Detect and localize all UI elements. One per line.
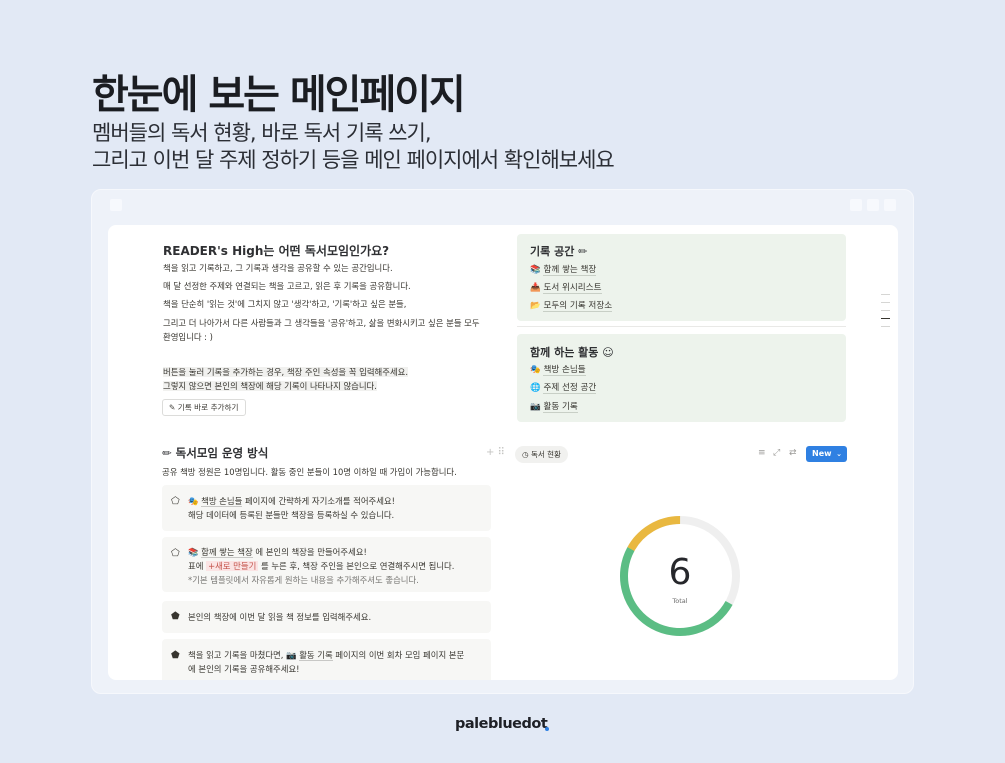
masks-icon: 🎭 [188,496,199,506]
intro-paragraph: 책을 단순히 '읽는 것'에 그치지 않고 '생각'하고, '기록'하고 싶은 … [163,299,407,309]
ops-step-line: 🎭 책방 손님들 페이지에 간략하게 자기소개를 적어주세요! [188,496,395,507]
filter-icon[interactable]: ≡ [758,448,766,458]
hero-subtitle: 멤버들의 독서 현황, 바로 독서 기록 쓰기, 그리고 이번 달 주제 정하기… [92,120,615,174]
smile-icon: ☺ [602,346,614,359]
camera-icon: 📷 [530,402,541,412]
activities-item-label: 책방 손님들 [543,365,586,376]
view-tab-reading-status[interactable]: ◷ 독서 현황 [515,446,568,463]
record-space-item-label: 모두의 기록 저장소 [543,301,613,312]
clock-icon: ◷ [522,450,529,459]
window-control [110,199,122,211]
ops-step-line: 본인의 책장에 이번 달 읽을 책 정보를 입력해주세요. [188,612,372,622]
page-mention[interactable]: 함께 쌓는 책장 [201,547,253,558]
new-tag: +새로 만들기 [206,561,259,571]
pencil-icon: ✏ [578,245,588,258]
window-control[interactable] [884,199,896,211]
ops-description: 공유 책방 정원은 10명입니다. 활동 중인 분들이 10명 이하일 때 가입… [162,467,457,477]
ops-step-line: 에 본인의 기록을 공유해주세요! [188,664,300,674]
block-handle-icons[interactable]: + ⠿ [486,447,505,458]
intro-paragraph: 그리고 더 나아가서 다른 사람들과 그 생각들을 '공유'하고, 삶을 변화시… [163,318,480,328]
camera-icon: 📷 [286,650,297,660]
donut-total-value: 6 [668,552,692,593]
inbox-icon: 📥 [530,283,541,293]
intro-paragraph: 책을 읽고 기록하고, 그 기록과 생각을 공유할 수 있는 공간입니다. [163,263,393,273]
ops-title: ✏ 독서모임 운영 방식 [162,446,269,460]
globe-icon: 🌐 [530,383,541,393]
record-space-title: 기록 공간 ✏ [530,245,588,258]
pentagon-icon: ⬟ [171,650,180,661]
new-button[interactable]: New ⌄ [806,446,847,462]
notion-page: READER's High는 어떤 독서모임인가요? 책을 읽고 기록하고, 그… [108,225,898,680]
activities-item-label: 주제 선정 공간 [543,383,597,394]
activities-item[interactable]: 🌐 주제 선정 공간 [530,381,597,394]
donut-total-label: Total [672,597,688,605]
ops-step-line: *기본 템플릿에서 자유롭게 원하는 내용을 추가해주셔도 좋습니다. [188,575,419,585]
app-window: READER's High는 어떤 독서모임인가요? 책을 읽고 기록하고, 그… [91,189,914,694]
toc-marker-active[interactable] [881,318,890,319]
hero-subtitle-line1: 멤버들의 독서 현황, 바로 독서 기록 쓰기, [92,121,432,145]
brand-logo: palebluedot [455,716,548,732]
ops-step-line: 표에 +새로 만들기 를 누른 후, 책장 주인을 본인으로 연결해주시면 됩니… [188,561,455,571]
pentagon-icon: ⬠ [171,548,180,559]
ops-step-line: 해당 데이터에 등록된 분들만 책장을 등록하실 수 있습니다. [188,510,395,520]
add-record-button-label: 기록 바로 추가하기 [177,403,239,412]
intro-note-text: 버튼을 눌러 기록을 추가하는 경우, 책장 주인 속성을 꼭 입력해주세요. [163,367,409,377]
chevron-down-icon: ⌄ [836,450,842,458]
window-control[interactable] [867,199,879,211]
intro-paragraph: 환영입니다 : ) [163,332,213,342]
page-mention[interactable]: 활동 기록 [299,650,333,661]
activities-callout: 함께 하는 활동 ☺ 🎭 책방 손님들 🌐 주제 선정 공간 📷 활동 기록 [517,334,846,422]
toc-marker[interactable] [881,326,890,327]
ops-step-line: 책을 읽고 기록을 마쳤다면, 📷 활동 기록 페이지의 이번 회차 모임 페이… [188,650,465,661]
record-space-item[interactable]: 📂 모두의 기록 저장소 [530,299,613,312]
window-control[interactable] [850,199,862,211]
masks-icon: 🎭 [530,365,541,375]
pentagon-icon: ⬠ [171,496,180,507]
sort-icon[interactable]: ⇄ [789,448,797,458]
activities-item[interactable]: 📷 활동 기록 [530,400,578,413]
expand-icon[interactable]: ⤢ [773,448,780,458]
ops-step-line: 📚 함께 쌓는 책장 에 본인의 책장을 만들어주세요! [188,547,367,558]
intro-note: 버튼을 눌러 기록을 추가하는 경우, 책장 주인 속성을 꼭 입력해주세요. [163,366,409,378]
folder-icon: 📂 [530,301,541,311]
pencil-icon: ✏ [162,446,172,460]
activities-title: 함께 하는 활동 ☺ [530,346,614,359]
ops-step: ⬟ 책을 읽고 기록을 마쳤다면, 📷 활동 기록 페이지의 이번 회차 모임 … [162,639,491,680]
intro-paragraph: 매 달 선정한 주제와 연결되는 책을 고르고, 읽은 후 기록을 공유합니다. [163,281,411,291]
record-space-item-label: 함께 쌓는 책장 [543,265,597,276]
hero-subtitle-line2: 그리고 이번 달 주제 정하기 등을 메인 페이지에서 확인해보세요 [92,148,615,172]
hero-title: 한눈에 보는 메인페이지 [92,72,466,118]
page-mention[interactable]: 책방 손님들 [201,496,243,507]
activities-item[interactable]: 🎭 책방 손님들 [530,363,586,376]
record-space-item[interactable]: 📚 함께 쌓는 책장 [530,263,597,276]
intro-note-text: 그렇지 않으면 본인의 책장에 해당 기록이 나타나지 않습니다. [163,381,377,391]
brand-dot [545,727,549,731]
activities-item-label: 활동 기록 [543,402,578,413]
toc-marker[interactable] [881,302,890,303]
books-icon: 📚 [188,547,199,557]
ops-step: ⬠ 🎭 책방 손님들 페이지에 간략하게 자기소개를 적어주세요! 해당 데이터… [162,485,491,531]
record-space-item[interactable]: 📥 도서 위시리스트 [530,281,602,294]
divider [517,326,846,327]
edit-icon: ✎ [169,403,176,412]
ops-step: ⬟ 본인의 책장에 이번 달 읽을 책 정보를 입력해주세요. [162,601,491,633]
ops-step: ⬠ 📚 함께 쌓는 책장 에 본인의 책장을 만들어주세요! 표에 +새로 만들… [162,537,491,592]
pentagon-icon: ⬟ [171,611,180,622]
intro-note: 그렇지 않으면 본인의 책장에 해당 기록이 나타나지 않습니다. [163,380,377,392]
record-space-callout: 기록 공간 ✏ 📚 함께 쌓는 책장 📥 도서 위시리스트 📂 모두의 기록 저… [517,234,846,321]
record-space-item-label: 도서 위시리스트 [543,283,602,294]
books-icon: 📚 [530,265,541,275]
add-record-button[interactable]: ✎ 기록 바로 추가하기 [162,399,246,416]
toc-marker[interactable] [881,310,890,311]
toc-marker[interactable] [881,294,890,295]
intro-title: READER's High는 어떤 독서모임인가요? [163,244,390,258]
